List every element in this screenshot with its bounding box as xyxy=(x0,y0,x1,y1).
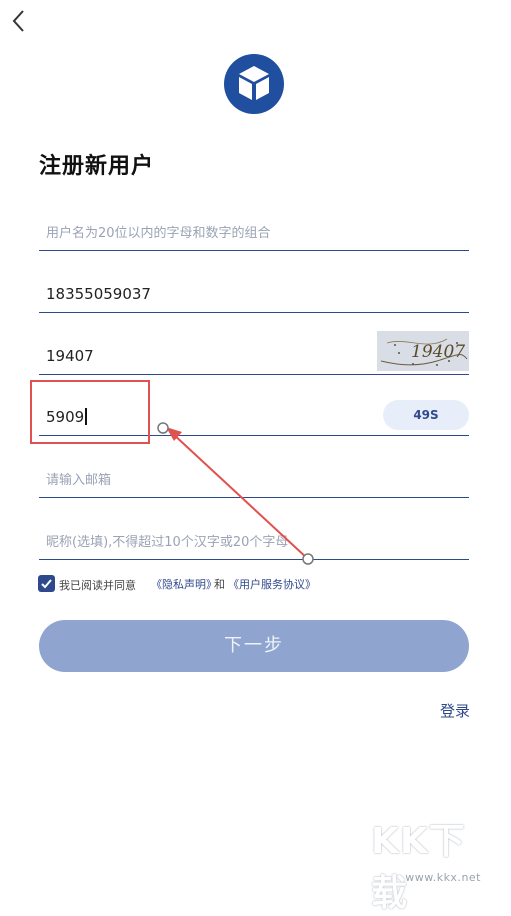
phone-field[interactable]: 18355059037 xyxy=(39,272,469,313)
phone-value: 18355059037 xyxy=(46,285,151,303)
watermark-url: www.kkx.net xyxy=(405,871,481,884)
back-button[interactable] xyxy=(8,8,30,34)
captcha-noise-icon: 19407 xyxy=(380,338,468,366)
chevron-left-icon xyxy=(12,10,24,32)
page-title: 注册新用户 xyxy=(39,154,155,179)
and-text: 和 xyxy=(214,578,225,591)
username-placeholder: 用户名为20位以内的字母和数字的组合 xyxy=(46,226,271,241)
privacy-link[interactable]: 《隐私声明》 xyxy=(151,576,217,592)
login-link[interactable]: 登录 xyxy=(440,700,470,721)
watermark-brand: KK下载 xyxy=(371,821,466,914)
captcha-image[interactable]: 19407 xyxy=(377,331,469,371)
checkmark-icon xyxy=(41,579,52,589)
nickname-placeholder: 昵称(选填),不得超过10个汉字或20个字母 xyxy=(46,535,289,550)
username-field[interactable]: 用户名为20位以内的字母和数字的组合 xyxy=(39,210,469,251)
app-logo xyxy=(224,54,284,114)
next-step-button[interactable]: 下一步 xyxy=(39,620,469,672)
agree-label: 我已阅读并同意 xyxy=(59,579,136,592)
sms-countdown-button[interactable]: 49S xyxy=(383,400,469,430)
svg-text:19407: 19407 xyxy=(411,342,465,362)
service-agreement-link[interactable]: 《用户服务协议》 xyxy=(228,576,316,592)
agree-checkbox[interactable] xyxy=(38,575,55,592)
captcha-value: 19407 xyxy=(46,347,94,365)
annotation-highlight-box xyxy=(30,380,150,444)
annotation-arrow xyxy=(157,422,314,565)
captcha-field[interactable]: 19407 19407 xyxy=(39,331,469,375)
cube-logo-icon xyxy=(224,54,284,114)
email-field[interactable]: 请输入邮箱 xyxy=(39,457,469,498)
watermark: KK下载 www.kkx.net xyxy=(371,806,491,914)
email-placeholder: 请输入邮箱 xyxy=(46,473,112,488)
nickname-field[interactable]: 昵称(选填),不得超过10个汉字或20个字母 xyxy=(39,519,469,560)
